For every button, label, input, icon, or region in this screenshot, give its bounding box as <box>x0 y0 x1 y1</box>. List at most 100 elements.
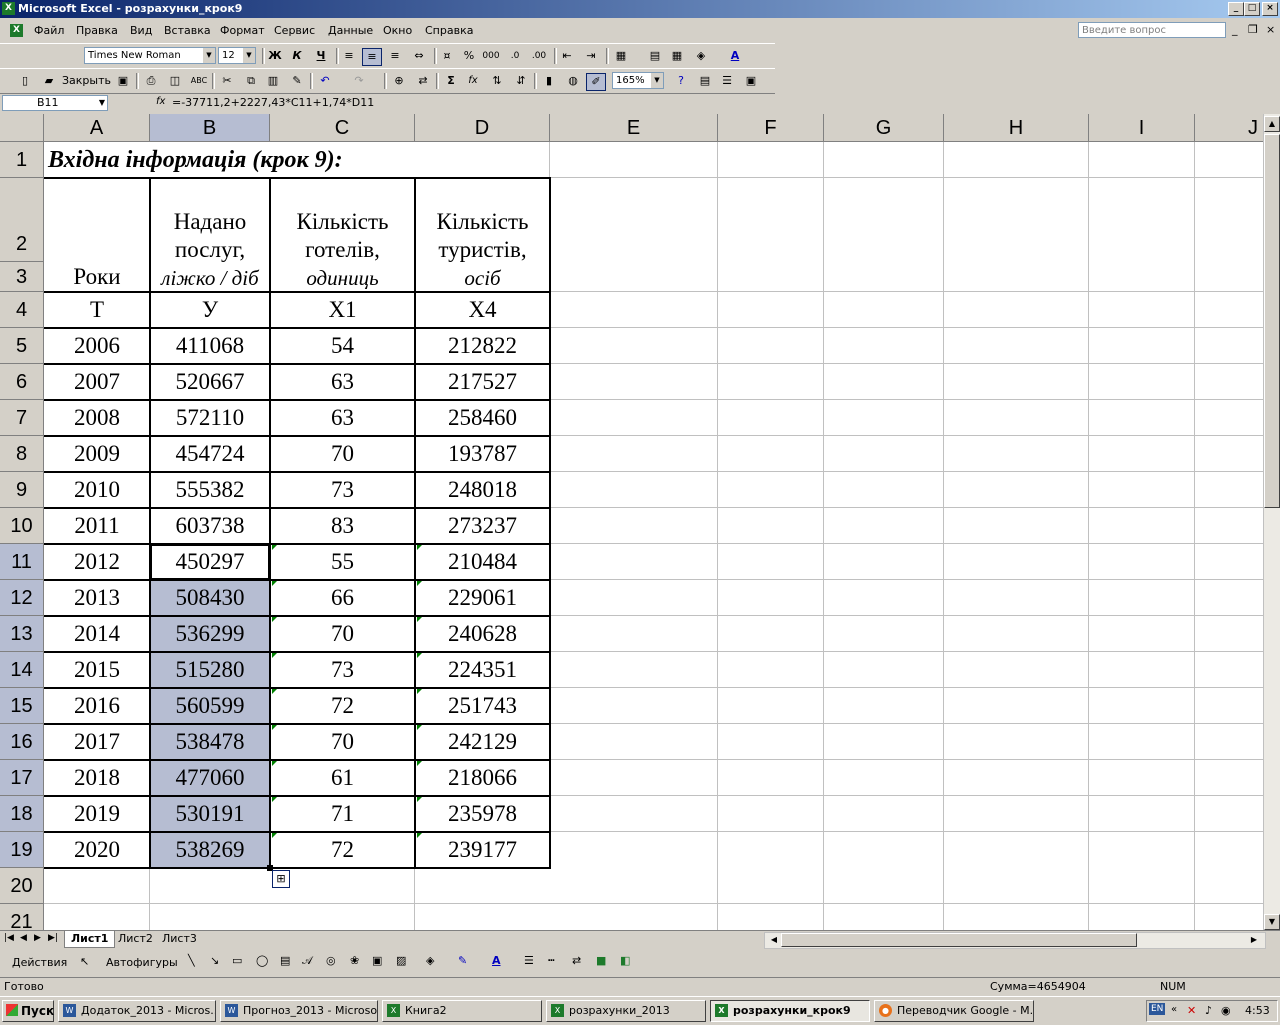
cell-hotels[interactable]: 63 <box>270 400 415 436</box>
borders-icon[interactable]: ▦ <box>612 48 630 64</box>
picture-icon[interactable]: ▣ <box>372 954 382 967</box>
taskbar-item-prognoz[interactable]: W Прогноз_2013 - Microso... <box>220 1000 378 1022</box>
wordart-icon[interactable]: 𝒜 <box>302 954 312 968</box>
cell-year[interactable]: 2019 <box>44 796 150 832</box>
autosum-button[interactable]: Σ <box>442 73 460 89</box>
new-document-icon[interactable]: ▯ <box>16 73 34 89</box>
taskbar-item-rozrakhunky-krok9[interactable]: Xрозрахунки_крок9 <box>710 1000 870 1022</box>
cell-tourists[interactable]: 273237 <box>415 508 550 544</box>
align-left-icon[interactable]: ≡ <box>340 48 358 64</box>
column-header-b[interactable]: B <box>150 114 270 142</box>
header-services-line2[interactable]: послуг, <box>150 236 270 264</box>
taskbar-item-rozrakhunky[interactable]: Xрозрахунки_2013 <box>546 1000 706 1022</box>
row-header-7[interactable]: 7 <box>0 400 44 436</box>
tab-next-icon[interactable]: ▶ <box>34 933 41 943</box>
symbol-x4[interactable]: Х4 <box>415 292 550 328</box>
header-services-line1[interactable]: Надано <box>150 208 270 236</box>
volume-icon[interactable]: ♪ <box>1205 1004 1212 1017</box>
menu-insert[interactable]: Вставка <box>164 24 211 37</box>
cell-services[interactable]: 411068 <box>150 328 270 364</box>
column-header-f[interactable]: F <box>718 114 824 142</box>
3d-icon[interactable]: ◧ <box>620 954 630 967</box>
cell-tourists[interactable]: 217527 <box>415 364 550 400</box>
menu-view[interactable]: Вид <box>130 24 152 37</box>
fill-color-icon[interactable]: ◈ <box>692 48 710 64</box>
cell-tourists[interactable]: 240628 <box>415 616 550 652</box>
row-header-1[interactable]: 1 <box>0 142 44 178</box>
fill-bucket-icon[interactable]: ◈ <box>426 954 434 967</box>
tray-app-icon[interactable]: ◉ <box>1221 1004 1231 1017</box>
cell-hotels[interactable]: 70 <box>270 616 415 652</box>
open-folder-icon[interactable]: ▰ <box>40 73 58 89</box>
cell-year[interactable]: 2007 <box>44 364 150 400</box>
row-header-2[interactable]: 2 <box>0 178 44 262</box>
format-painter-icon[interactable]: ✎ <box>288 73 306 89</box>
line-color-icon[interactable]: ✎ <box>458 954 467 967</box>
column-header-a[interactable]: A <box>44 114 150 142</box>
row-header-6[interactable]: 6 <box>0 364 44 400</box>
cell-hotels[interactable]: 73 <box>270 472 415 508</box>
tab-first-icon[interactable]: |◀ <box>4 933 14 943</box>
cell-year[interactable]: 2010 <box>44 472 150 508</box>
cell-hotels[interactable]: 66 <box>270 580 415 616</box>
select-objects-icon[interactable]: ↖ <box>80 955 89 968</box>
cell-year[interactable]: 2016 <box>44 688 150 724</box>
taskbar-item-google-translate[interactable]: ● Переводчик Google - М... <box>874 1000 1034 1022</box>
clipart-icon[interactable]: ❀ <box>350 954 359 967</box>
row-header-17[interactable]: 17 <box>0 760 44 796</box>
shadow-icon[interactable]: ■ <box>596 954 606 967</box>
column-header-c[interactable]: C <box>270 114 415 142</box>
cell-year[interactable]: 2017 <box>44 724 150 760</box>
row-header-12[interactable]: 12 <box>0 580 44 616</box>
line-style-icon[interactable]: ☰ <box>524 954 534 967</box>
font-name-combo[interactable]: Times New Roman ▼ <box>84 47 216 64</box>
cell-tourists[interactable]: 242129 <box>415 724 550 760</box>
textbox-icon[interactable]: ▤ <box>280 954 290 967</box>
close-doc-button[interactable]: Закрыть <box>58 73 114 89</box>
tab-sheet3[interactable]: Лист3 <box>156 931 203 947</box>
doc-close-icon[interactable]: × <box>1266 23 1275 36</box>
cell-tourists[interactable]: 218066 <box>415 760 550 796</box>
hscroll-thumb[interactable] <box>781 933 1137 947</box>
vertical-scrollbar[interactable]: ▲ ▼ <box>1263 114 1280 930</box>
arrow-style-icon[interactable]: ⇄ <box>572 954 581 967</box>
underline-button[interactable]: Ч <box>312 48 330 64</box>
research-icon[interactable]: ⇄ <box>414 73 432 89</box>
tab-sheet1[interactable]: Лист1 <box>64 931 116 948</box>
tab-sheet2[interactable]: Лист2 <box>112 931 159 947</box>
decrease-decimal-icon[interactable]: .00 <box>530 48 548 64</box>
row-header-4[interactable]: 4 <box>0 292 44 328</box>
drawing-icon[interactable]: ✐ <box>586 73 606 91</box>
cell-year[interactable]: 2006 <box>44 328 150 364</box>
tab-last-icon[interactable]: ▶| <box>48 933 58 943</box>
italic-button[interactable]: К <box>288 48 306 64</box>
header-hotels-line1[interactable]: Кількість <box>270 208 415 236</box>
header-tourists-unit[interactable]: осіб <box>415 264 550 292</box>
cell-services[interactable]: 520667 <box>150 364 270 400</box>
cell-hotels[interactable]: 72 <box>270 832 415 868</box>
cell-year[interactable]: 2014 <box>44 616 150 652</box>
align-right-icon[interactable]: ≡ <box>386 48 404 64</box>
worksheet-grid[interactable]: A B C D E F G H I J 1 2 3 4 5 6 7 8 9 10… <box>0 114 1280 930</box>
diagram-icon[interactable]: ◎ <box>326 954 336 967</box>
column-header-g[interactable]: G <box>824 114 944 142</box>
cell-services[interactable]: 555382 <box>150 472 270 508</box>
autofill-options-icon[interactable]: ⊞ <box>272 870 290 888</box>
cut-icon[interactable]: ✂ <box>218 73 236 89</box>
help-icon[interactable]: ? <box>672 73 690 89</box>
cell-hotels[interactable]: 70 <box>270 724 415 760</box>
map-icon[interactable]: ◍ <box>564 73 582 89</box>
header-hotels-unit[interactable]: одиниць <box>270 264 415 292</box>
cell-year[interactable]: 2018 <box>44 760 150 796</box>
row-header-14[interactable]: 14 <box>0 652 44 688</box>
header-services-unit[interactable]: ліжко / діб <box>150 264 270 292</box>
row-header-21[interactable]: 21 <box>0 904 44 930</box>
sort-descending-icon[interactable]: ⇵ <box>512 73 530 89</box>
rectangle-icon[interactable]: ▭ <box>232 954 242 967</box>
cell-tourists[interactable]: 248018 <box>415 472 550 508</box>
menu-help[interactable]: Справка <box>425 24 473 37</box>
ask-question-input[interactable]: Введите вопрос <box>1078 22 1226 38</box>
decrease-indent-icon[interactable]: ⇤ <box>558 48 576 64</box>
toolbar-list-icon[interactable]: ☰ <box>718 73 736 89</box>
sort-ascending-icon[interactable]: ⇅ <box>488 73 506 89</box>
